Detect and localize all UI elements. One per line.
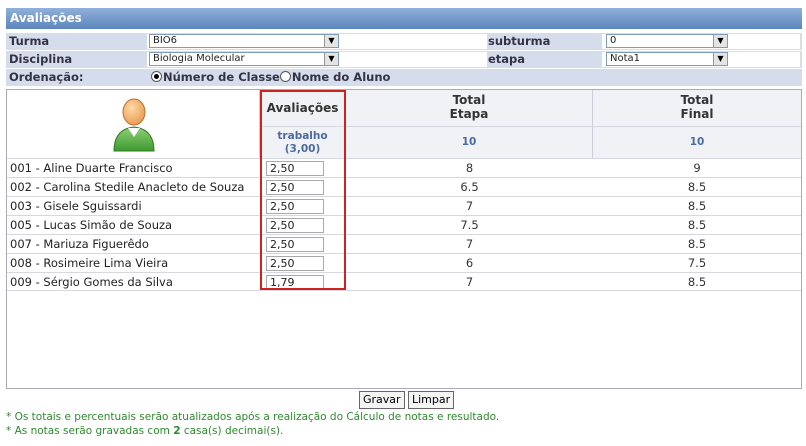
total-etapa-value: 7 xyxy=(465,237,474,251)
total-final-value: 8.5 xyxy=(687,237,707,251)
total-etapa-value: 7 xyxy=(465,199,474,213)
student-name: 007 - Mariuza Figuerêdo xyxy=(10,237,149,251)
total-etapa-value: 6.5 xyxy=(460,180,479,194)
chevron-down-icon[interactable]: ▼ xyxy=(324,35,338,47)
ordenacao-label: Ordenação: xyxy=(9,70,84,84)
grade-input[interactable]: 1,79 xyxy=(266,275,324,290)
clear-button[interactable]: Limpar xyxy=(408,391,455,409)
footer-note-decimals-count: 2 xyxy=(173,425,181,437)
grade-input[interactable]: 2,50 xyxy=(266,237,324,252)
table-row: 002 - Carolina Stedile Anacleto de Souza… xyxy=(7,177,801,196)
table-row: 001 - Aline Duarte Francisco 2,50 8 9 xyxy=(7,158,801,177)
total-etapa-value: 7.5 xyxy=(460,218,479,232)
student-name: 008 - Rosimeire Lima Vieira xyxy=(10,256,169,270)
student-name: 002 - Carolina Stedile Anacleto de Souza xyxy=(10,180,245,194)
total-final-value: 7.5 xyxy=(687,256,707,270)
total-etapa-value: 8 xyxy=(465,161,474,175)
total-etapa-subheader: 10 xyxy=(346,126,593,158)
total-etapa-label-1: Total xyxy=(452,93,486,107)
avaliacao-trabalho-weight: (3,00) xyxy=(284,143,321,155)
window-title: Avaliações xyxy=(10,11,82,25)
disciplina-label: Disciplina xyxy=(9,52,73,66)
total-final-value: 8.5 xyxy=(687,218,707,232)
subturma-label: subturma xyxy=(488,34,551,48)
total-etapa-label-2: Etapa xyxy=(449,107,489,121)
total-etapa-value: 6 xyxy=(465,256,474,270)
filter-row-turma: Turma BIO6 ▼ subturma 0 ▼ xyxy=(6,33,802,50)
total-final-header: Total Final xyxy=(593,90,801,126)
table-row: 008 - Rosimeire Lima Vieira 2,50 6 7.5 xyxy=(7,253,801,272)
total-etapa-header: Total Etapa xyxy=(346,90,593,126)
avaliacao-trabalho-label: trabalho xyxy=(277,130,328,142)
grade-input[interactable]: 2,50 xyxy=(266,256,324,271)
order-options: Número de Classe Nome do Aluno xyxy=(151,69,390,86)
subturma-select[interactable]: 0 ▼ xyxy=(606,34,728,48)
order-by-name-label[interactable]: Nome do Aluno xyxy=(292,70,391,84)
total-final-label-1: Total xyxy=(680,93,714,107)
user-avatar-icon xyxy=(113,98,155,152)
avaliacoes-header: Avaliações xyxy=(260,90,346,126)
table-row: 003 - Gisele Sguissardi 2,50 7 8.5 xyxy=(7,196,801,215)
avatar-header-cell xyxy=(7,90,260,158)
footer-note-decimals-a: * As notas serão gravadas com xyxy=(6,425,174,437)
total-final-max: 10 xyxy=(689,136,705,148)
total-final-value: 8.5 xyxy=(687,180,707,194)
grade-input[interactable]: 2,50 xyxy=(266,218,324,233)
disciplina-select-value: Biologia Molecular xyxy=(153,53,245,64)
order-by-name-radio[interactable] xyxy=(279,71,291,82)
grade-input[interactable]: 2,50 xyxy=(266,199,324,214)
student-name: 001 - Aline Duarte Francisco xyxy=(10,161,173,175)
filter-row-disciplina: Disciplina Biologia Molecular ▼ etapa No… xyxy=(6,51,802,68)
student-name: 005 - Lucas Simão de Souza xyxy=(10,218,173,232)
chevron-down-icon[interactable]: ▼ xyxy=(324,53,338,65)
etapa-label: etapa xyxy=(488,52,526,66)
total-final-value: 9 xyxy=(693,161,701,175)
chevron-down-icon[interactable]: ▼ xyxy=(713,35,727,47)
total-etapa-value: 7 xyxy=(465,275,474,289)
footer-note-totals: * Os totais e percentuais serão atualiza… xyxy=(6,411,500,423)
avaliacoes-header-label: Avaliações xyxy=(266,101,339,115)
grade-input[interactable]: 2,50 xyxy=(266,180,324,195)
student-name: 009 - Sérgio Gomes da Silva xyxy=(10,275,173,289)
table-row: 007 - Mariuza Figuerêdo 2,50 7 8.5 xyxy=(7,234,801,253)
total-final-label-2: Final xyxy=(680,107,714,121)
grade-input[interactable]: 2,50 xyxy=(266,161,324,176)
total-final-value: 8.5 xyxy=(687,199,707,213)
disciplina-select[interactable]: Biologia Molecular ▼ xyxy=(149,52,339,66)
avaliacoes-subheader: trabalho (3,00) xyxy=(260,126,346,158)
etapa-select-value: Nota1 xyxy=(610,53,641,64)
turma-select[interactable]: BIO6 ▼ xyxy=(149,34,339,48)
grades-grid: Avaliações trabalho (3,00) Total Etapa 1… xyxy=(6,89,802,389)
order-by-number-label[interactable]: Número de Classe xyxy=(163,70,280,84)
total-etapa-max: 10 xyxy=(461,136,477,148)
footer-note-decimals-c: casa(s) decimai(s). xyxy=(180,425,284,437)
student-name: 003 - Gisele Sguissardi xyxy=(10,199,142,213)
chevron-down-icon[interactable]: ▼ xyxy=(713,53,727,65)
turma-select-value: BIO6 xyxy=(153,35,178,46)
total-final-subheader: 10 xyxy=(593,126,801,158)
turma-label: Turma xyxy=(9,34,50,48)
footer-note-decimals: * As notas serão gravadas com 2 casa(s) … xyxy=(6,425,283,437)
subturma-select-value: 0 xyxy=(610,35,617,46)
order-by-number-radio[interactable] xyxy=(151,71,162,82)
etapa-select[interactable]: Nota1 ▼ xyxy=(606,52,728,66)
table-row: 009 - Sérgio Gomes da Silva 1,79 7 8.5 xyxy=(7,272,801,291)
filter-row-ordenacao: Ordenação: Número de Classe Nome do Aluno xyxy=(6,69,802,86)
window-title-bar: Avaliações xyxy=(6,8,802,29)
total-final-value: 8.5 xyxy=(687,275,707,289)
table-row: 005 - Lucas Simão de Souza 2,50 7.5 8.5 xyxy=(7,215,801,234)
save-button[interactable]: Gravar xyxy=(359,391,405,409)
